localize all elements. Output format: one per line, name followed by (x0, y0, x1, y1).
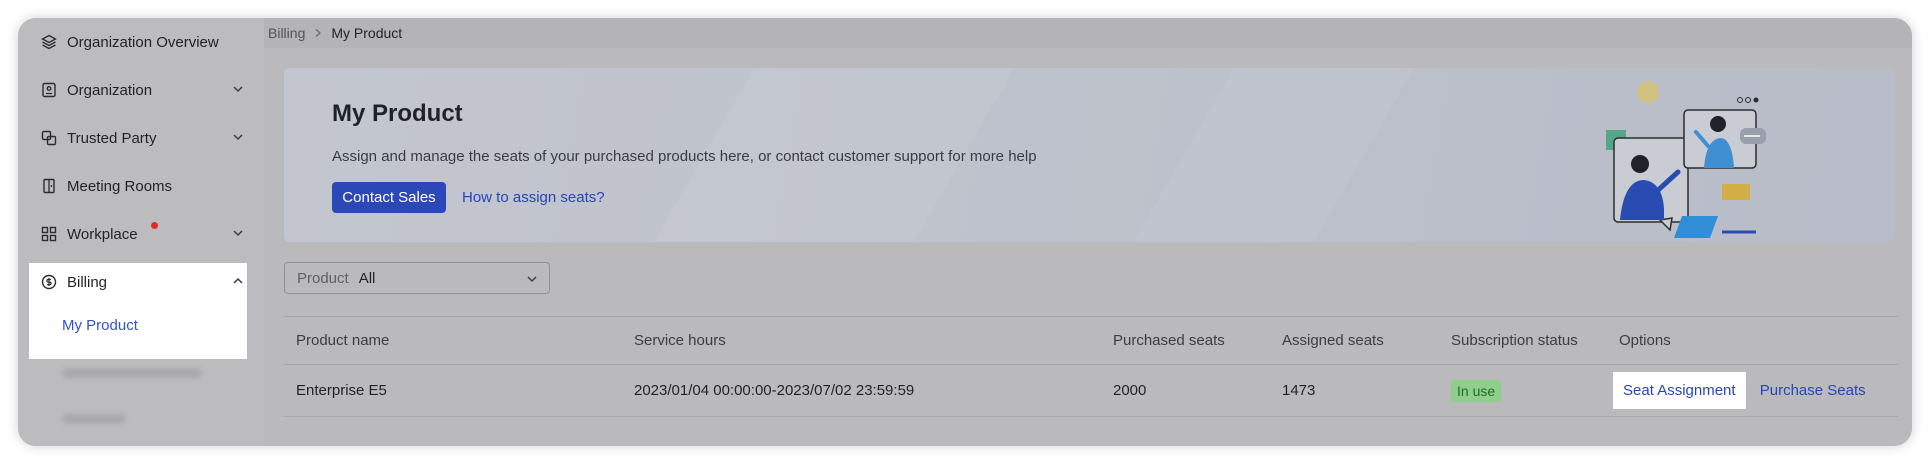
products-table: Product name Service hours Purchased sea… (284, 316, 1898, 417)
sidebar-item-label: Organization (67, 81, 153, 99)
blurred-menu-item (62, 368, 202, 378)
breadcrumb: Billing My Product (264, 18, 1912, 48)
column-header: Product name (296, 332, 390, 349)
column-header: Options (1619, 332, 1671, 349)
chevron-right-icon (313, 28, 323, 38)
seat-assignment-link[interactable]: Seat Assignment (1623, 382, 1736, 399)
sidebar-item-label: Workplace (67, 225, 138, 243)
sidebar-item-label: Organization Overview (67, 33, 219, 51)
product-name-cell: Enterprise E5 (296, 382, 387, 399)
column-header: Service hours (634, 332, 726, 349)
breadcrumb-parent[interactable]: Billing (268, 25, 305, 41)
chevron-down-icon[interactable] (231, 226, 245, 240)
app-window: Organization Overview Organization Trust… (18, 18, 1912, 446)
dollar-circle-icon (41, 274, 57, 290)
main-content: My Product Assign and manage the seats o… (264, 48, 1912, 446)
grid-icon (41, 226, 57, 242)
column-header: Assigned seats (1282, 332, 1384, 349)
banner-description: Assign and manage the seats of your purc… (332, 148, 1037, 165)
column-header: Subscription status (1451, 332, 1578, 349)
product-banner: My Product Assign and manage the seats o… (284, 68, 1894, 242)
door-icon (41, 178, 57, 194)
org-id-icon (41, 82, 57, 98)
status-badge: In use (1451, 379, 1502, 402)
options-cell: Seat Assignment Purchase Seats (1607, 365, 1898, 417)
breadcrumb-current: My Product (331, 25, 403, 41)
purchased-seats-cell: 2000 (1113, 382, 1147, 399)
chevron-down-icon[interactable] (231, 130, 245, 144)
page-title: My Product (332, 100, 463, 127)
sidebar-item-label: Trusted Party (67, 129, 157, 147)
filter-value: All (358, 269, 376, 287)
seat-assignment-highlight: Seat Assignment (1613, 372, 1746, 409)
sidebar-item-organization[interactable]: Organization (29, 66, 253, 114)
blurred-menu-item (62, 414, 126, 424)
contact-sales-button[interactable]: Contact Sales (332, 182, 446, 213)
chevron-down-icon (525, 272, 539, 286)
service-hours-cell: 2023/01/04 00:00:00-2023/07/02 23:59:59 (634, 382, 915, 399)
sidebar-item-label: Meeting Rooms (67, 177, 173, 195)
link-squares-icon (41, 130, 57, 146)
product-filter-select[interactable]: Product All (284, 262, 550, 294)
table-row: Enterprise E5 2023/01/04 00:00:00-2023/0… (284, 365, 1898, 417)
status-cell: In use (1439, 365, 1607, 417)
filter-label: Product (297, 269, 349, 287)
assigned-seats-cell: 1473 (1282, 382, 1316, 399)
sidebar: Organization Overview Organization Trust… (18, 18, 264, 446)
sidebar-item-organization-overview[interactable]: Organization Overview (29, 18, 253, 66)
table-header-row: Product name Service hours Purchased sea… (284, 316, 1898, 365)
purchase-seats-link[interactable]: Purchase Seats (1760, 382, 1866, 399)
support-illustration (1606, 81, 1766, 238)
sidebar-item-trusted-party[interactable]: Trusted Party (29, 114, 253, 162)
column-header: Purchased seats (1113, 332, 1225, 349)
how-to-assign-seats-link[interactable]: How to assign seats? (462, 189, 605, 206)
notification-dot (151, 222, 158, 229)
sidebar-item-workplace[interactable]: Workplace (29, 210, 253, 258)
chevron-up-icon[interactable] (231, 274, 245, 288)
banner-decoration (1133, 68, 1415, 242)
sidebar-subitem-my-product[interactable]: My Product (62, 317, 138, 334)
sidebar-item-billing[interactable]: Billing (29, 258, 253, 306)
sidebar-item-meeting-rooms[interactable]: Meeting Rooms (29, 162, 253, 210)
sidebar-item-label: Billing (67, 273, 108, 291)
chevron-down-icon[interactable] (231, 82, 245, 96)
layers-icon (41, 34, 57, 50)
